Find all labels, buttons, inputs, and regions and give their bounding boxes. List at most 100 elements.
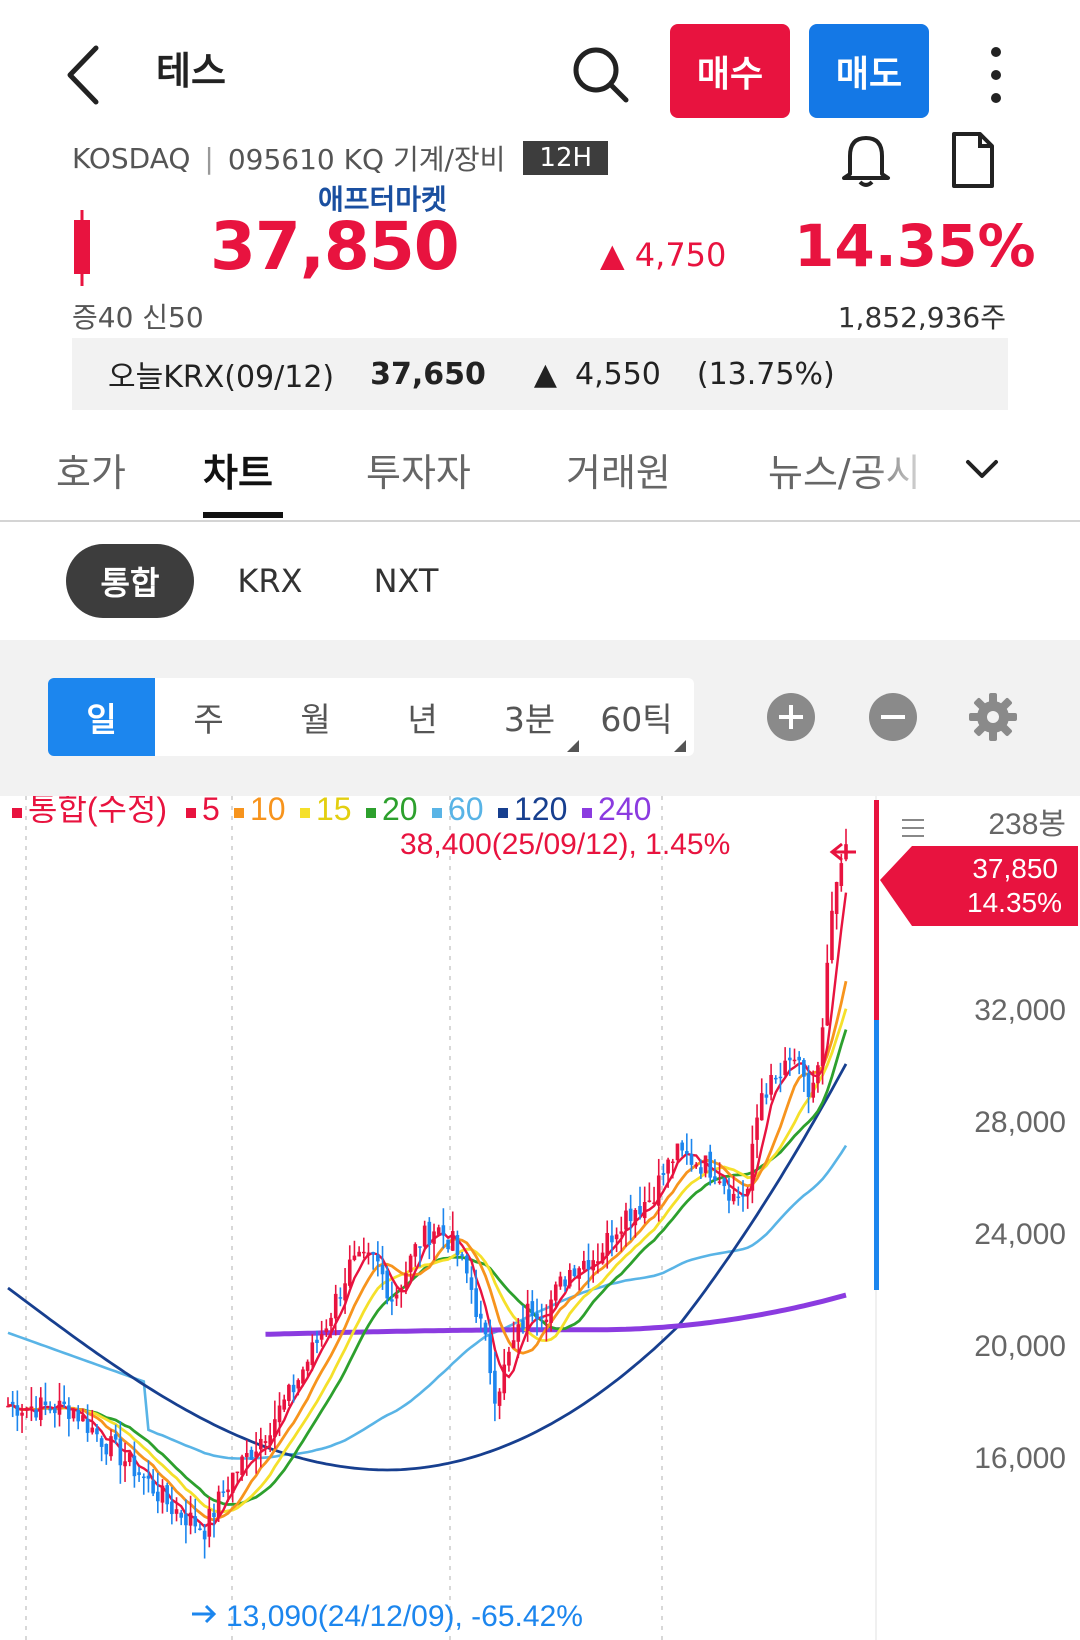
candle-body [797,1056,801,1061]
candle-body [43,1401,48,1405]
settings-gear-icon[interactable] [968,692,1018,742]
legend-swatch [300,808,310,818]
candle-body [802,1060,806,1077]
candle-body [783,1060,787,1076]
separator: | [204,141,214,175]
document-icon[interactable] [944,130,1000,190]
tab-broker[interactable]: 거래원 [566,442,671,497]
candle-body [511,1340,516,1349]
candle-body [235,1471,240,1474]
segment-nxt[interactable]: NXT [360,544,452,618]
candle-body [184,1514,188,1526]
candle-body [34,1409,38,1418]
bell-icon[interactable] [838,130,894,190]
candle-body [324,1328,329,1333]
candle-body [418,1246,422,1248]
zoom-out-icon[interactable] [868,692,918,742]
volume: 1,852,936주 [837,301,1006,334]
candle-body [296,1380,301,1389]
legend-swatch [366,808,376,818]
segment-krx[interactable]: KRX [224,544,316,618]
legend-label: 통합(수정) [28,796,167,827]
candle-body [647,1200,652,1202]
zoom-in-icon[interactable] [766,692,816,742]
candle-body [127,1452,132,1463]
candle-body [792,1059,797,1062]
price-tag-price: 37,850 [972,853,1058,884]
back-arrow-icon[interactable] [58,40,118,110]
candle-body [6,1405,10,1408]
candle-body [254,1451,258,1458]
candle-body [675,1143,680,1161]
candle-body [329,1317,333,1327]
candle-body [399,1287,404,1293]
legend-swatch [186,808,196,818]
candle-body [493,1370,497,1404]
candle-body [338,1297,343,1299]
candle-body [57,1400,62,1415]
candle-body [455,1235,460,1256]
tab-news[interactable]: 뉴스/공시 [768,442,938,497]
tab-quote[interactable]: 호가 [56,442,126,497]
candle-body [244,1453,249,1458]
active-tab-indicator [203,512,283,518]
candle-body [207,1508,212,1537]
candle-body [109,1436,113,1457]
candle-body [703,1155,708,1173]
buy-button[interactable]: 매수 [670,24,790,118]
candle-body [104,1443,109,1455]
candle-body [773,1077,778,1080]
candle-body [731,1193,736,1202]
candle-body [277,1405,282,1423]
period-3min[interactable]: 3분 [476,678,583,756]
candle-body [310,1342,315,1366]
candle-body [825,962,830,1026]
period-month[interactable]: 월 [262,678,369,756]
candle-body [76,1410,81,1422]
candle-body [558,1276,563,1287]
candle-body [85,1418,90,1433]
candle-body [633,1210,638,1226]
candle-body [839,863,844,887]
dropdown-corner-icon [674,740,686,752]
segment-integrated[interactable]: 통합 [66,544,194,618]
legend-swatch [498,808,508,818]
candle-body [230,1472,235,1493]
candle-body [750,1143,755,1191]
period-week[interactable]: 주 [155,678,262,756]
candle-body [619,1231,624,1234]
candle-body [680,1142,684,1151]
candle-body [15,1405,20,1416]
stock-title: 테스 [156,49,226,93]
period-day[interactable]: 일 [48,678,155,756]
legend-label: 240 [598,796,651,827]
candle-body [282,1399,287,1410]
tab-chart[interactable]: 차트 [203,442,273,497]
candle-body [638,1205,642,1215]
candle-body [460,1254,464,1256]
candle-body [661,1172,666,1176]
candle-body [216,1491,221,1518]
krx-arrow: ▲ [533,356,557,392]
price-chart[interactable]: 238봉36,00032,00028,00024,00020,00016,000… [0,796,1080,1640]
candle-body [469,1277,474,1290]
dropdown-corner-icon [567,740,579,752]
candle-body [151,1480,155,1494]
candle-body [315,1339,319,1343]
tab-investor[interactable]: 투자자 [366,442,471,497]
candle-body [670,1161,675,1164]
candle-body [820,1027,825,1067]
market-name: KOSDAQ [72,141,191,175]
period-year[interactable]: 년 [369,678,476,756]
stock-code: 095610 KQ 기계/장비 [227,143,506,176]
legend-label: 120 [514,796,567,827]
chevron-down-icon[interactable] [962,450,1002,490]
period-60tick[interactable]: 60틱 [583,678,690,756]
more-vertical-icon[interactable] [976,40,1016,110]
candle-body [479,1313,483,1319]
period-3min-label: 3분 [503,700,556,739]
sell-button[interactable]: 매도 [809,24,929,118]
candle-body [394,1294,399,1299]
search-icon[interactable] [566,40,636,110]
candle-body [141,1476,146,1479]
